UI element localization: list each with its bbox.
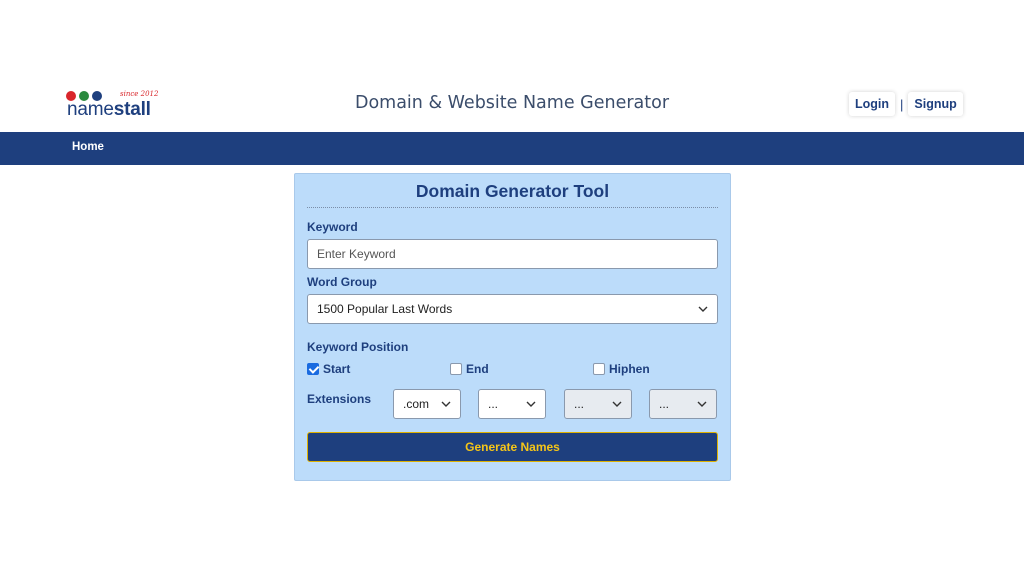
extension-value-3: ... — [574, 397, 585, 411]
keyword-placeholder: Enter Keyword — [317, 247, 396, 261]
main-navbar: Home — [0, 132, 1024, 165]
chevron-down-icon — [698, 306, 708, 312]
extension-value-4: ... — [659, 397, 670, 411]
position-hiphen-checkbox[interactable]: Hiphen — [593, 362, 650, 376]
position-start-label: Start — [323, 362, 351, 376]
nav-item-home[interactable]: Home — [72, 141, 104, 153]
card-title: Domain Generator Tool — [415, 181, 610, 201]
extension-select-1[interactable]: .com — [393, 389, 461, 419]
word-group-value: 1500 Popular Last Words — [317, 302, 453, 316]
generate-names-button[interactable]: Generate Names — [307, 432, 718, 462]
login-button[interactable]: Login — [849, 92, 896, 116]
extension-select-3[interactable]: ... — [564, 389, 632, 419]
extension-select-2[interactable]: ... — [478, 389, 546, 419]
keyword-input[interactable]: Enter Keyword — [307, 239, 718, 269]
extension-value-1: .com — [403, 397, 430, 411]
extension-value-2: ... — [488, 397, 499, 411]
chevron-down-icon — [441, 401, 451, 407]
checkbox-checked-icon — [307, 363, 319, 375]
keyword-label: Keyword — [307, 220, 358, 234]
auth-links: Login | Signup — [849, 92, 963, 116]
keyword-position-label: Keyword Position — [307, 340, 409, 354]
title-divider — [307, 207, 718, 208]
signup-button[interactable]: Signup — [908, 92, 963, 116]
auth-separator: | — [900, 96, 904, 112]
checkbox-unchecked-icon — [593, 363, 605, 375]
chevron-down-icon — [526, 401, 536, 407]
chevron-down-icon — [612, 401, 622, 407]
position-end-label: End — [466, 362, 489, 376]
position-hiphen-label: Hiphen — [609, 362, 650, 376]
word-group-label: Word Group — [307, 275, 377, 289]
word-group-select[interactable]: 1500 Popular Last Words — [307, 294, 718, 324]
site-header: since 2012 namestall Domain & Website Na… — [0, 80, 1024, 132]
extensions-label: Extensions — [307, 392, 372, 406]
chevron-down-icon — [697, 401, 707, 407]
position-start-checkbox[interactable]: Start — [307, 362, 350, 376]
extension-select-4[interactable]: ... — [649, 389, 717, 419]
position-end-checkbox[interactable]: End — [450, 362, 489, 376]
keyword-position-options: Start End Hiphen — [307, 362, 727, 378]
domain-generator-card: Domain Generator Tool Keyword Enter Keyw… — [294, 173, 731, 481]
checkbox-unchecked-icon — [450, 363, 462, 375]
